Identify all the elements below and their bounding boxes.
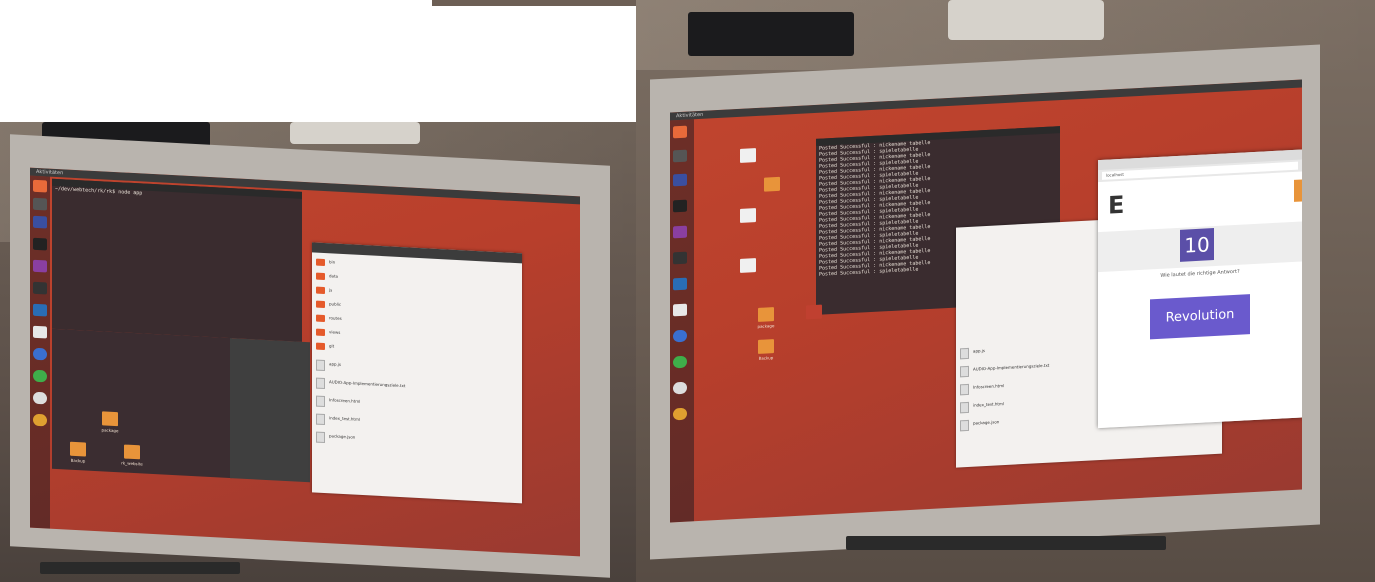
photo-right-whiteboard: Aktivitäten Posted Successful : nickenam…: [636, 0, 1375, 582]
projected-screen-right: Aktivitäten Posted Successful : nickenam…: [670, 79, 1302, 523]
file-icon: [960, 419, 969, 432]
folder-icon: [316, 286, 325, 295]
menu-button[interactable]: [1294, 179, 1302, 202]
speaker-left: [688, 12, 854, 56]
app-icon[interactable]: [673, 149, 687, 163]
photo-left-whiteboard: Aktivitäten ~/dev/webtech/rk/rk$ node ap…: [0, 122, 636, 582]
file-manager-window[interactable]: bin data js public routes views git app.…: [312, 242, 522, 504]
app-icon[interactable]: [33, 197, 47, 211]
answer-button[interactable]: Revolution: [1150, 294, 1250, 340]
app-icon[interactable]: [33, 369, 47, 383]
desktop-label: Backup: [758, 355, 774, 361]
folder-icon[interactable]: [806, 304, 822, 320]
pen-tray: [846, 536, 1166, 550]
folder-icon: [316, 328, 325, 337]
file-icon: [316, 413, 325, 426]
browser-window[interactable]: localhost E 10 Wie lautet die richtige A…: [1098, 149, 1302, 429]
folder-icon: [316, 342, 325, 351]
folder-icon[interactable]: [758, 307, 774, 322]
dock: [670, 119, 694, 523]
file-icon[interactable]: [740, 258, 756, 273]
places-panel: [230, 338, 310, 483]
files-icon[interactable]: [673, 125, 687, 139]
dock: [30, 175, 50, 529]
folder-icon[interactable]: [124, 444, 140, 460]
file-icon[interactable]: [740, 208, 756, 223]
editor-icon[interactable]: [673, 303, 687, 317]
file-icon: [960, 365, 969, 378]
folder-icon[interactable]: [102, 411, 118, 427]
file-icon[interactable]: [740, 148, 756, 163]
folder-icon: [316, 258, 325, 267]
projector: [948, 0, 1104, 40]
file-icon: [960, 401, 969, 414]
folder-icon: [316, 314, 325, 323]
logo-icon: E: [1108, 190, 1125, 220]
folder-icon[interactable]: [764, 176, 780, 192]
folder-icon: [316, 300, 325, 309]
file-icon: [316, 359, 325, 372]
folder-icon[interactable]: [758, 339, 774, 354]
file-icon: [960, 383, 969, 396]
browser-page: E 10 Wie lautet die richtige Antwort? Re…: [1098, 171, 1302, 429]
app-icon[interactable]: [673, 251, 687, 265]
desktop-label: package: [757, 323, 775, 329]
file-icon: [316, 431, 325, 444]
software-icon[interactable]: [673, 381, 687, 395]
activities-label[interactable]: Aktivitäten: [676, 112, 703, 119]
file-icon: [960, 347, 969, 360]
folder-icon: [316, 272, 325, 281]
projector: [290, 122, 420, 144]
terminal-icon[interactable]: [33, 237, 47, 251]
app-icon[interactable]: [673, 355, 687, 369]
help-icon[interactable]: [673, 329, 687, 343]
projected-screen-left: Aktivitäten ~/dev/webtech/rk/rk$ node ap…: [30, 167, 580, 557]
chrome-icon[interactable]: [673, 407, 687, 421]
app-icon[interactable]: [33, 259, 47, 273]
chrome-icon[interactable]: [33, 413, 47, 427]
file-icon: [316, 395, 325, 408]
app-icon[interactable]: [673, 277, 687, 291]
folder-icon[interactable]: [70, 441, 86, 457]
app-icon[interactable]: [33, 281, 47, 295]
editor-icon[interactable]: [33, 325, 47, 339]
file-icon: [316, 377, 325, 390]
software-icon[interactable]: [33, 391, 47, 405]
help-icon[interactable]: [33, 347, 47, 361]
files-icon[interactable]: [33, 179, 47, 193]
pen-tray: [40, 562, 240, 574]
terminal-icon[interactable]: [673, 199, 687, 213]
photo-strip-top: [432, 0, 636, 6]
terminal-window[interactable]: ~/dev/webtech/rk/rk$ node app: [52, 178, 302, 342]
app-icon[interactable]: [673, 225, 687, 239]
counter-box: 10: [1180, 228, 1214, 262]
app-icon[interactable]: [673, 173, 687, 187]
app-icon[interactable]: [33, 215, 47, 229]
app-icon[interactable]: [33, 303, 47, 317]
